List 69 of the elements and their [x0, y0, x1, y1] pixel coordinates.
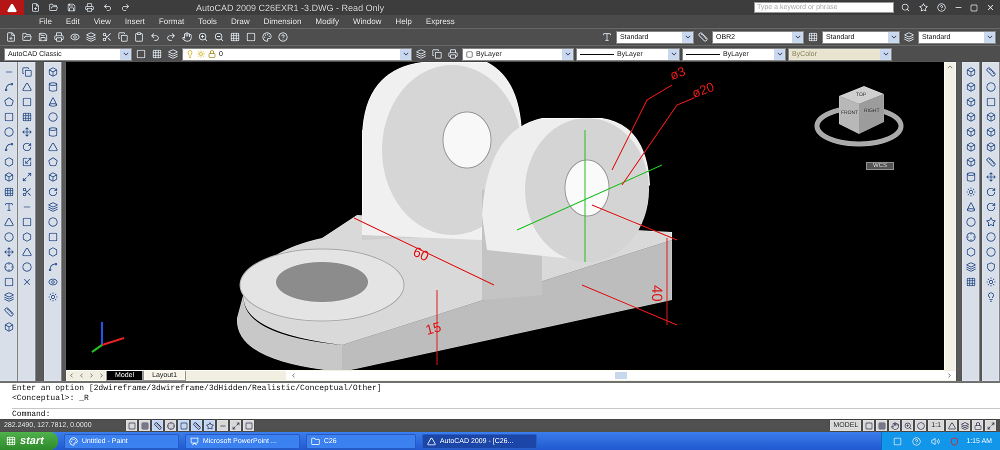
grid-icon[interactable]: [139, 420, 150, 431]
pan-icon[interactable]: [889, 420, 900, 431]
menu-item[interactable]: Help: [388, 17, 419, 26]
sun-icon: [197, 50, 205, 58]
maximize-icon[interactable]: [970, 4, 978, 12]
table-style-icon[interactable]: [806, 30, 820, 44]
menu-item[interactable]: Insert: [118, 17, 152, 26]
dimension-text: ø20: [690, 79, 716, 101]
menu-item[interactable]: Modify: [308, 17, 346, 26]
dimension-text: ø3: [668, 64, 688, 83]
move-icon[interactable]: [20, 125, 34, 139]
sun-icon[interactable]: [984, 275, 998, 289]
menu-item[interactable]: Window: [346, 17, 388, 26]
menu-item[interactable]: Dimension: [256, 17, 308, 26]
menu-item[interactable]: Format: [152, 17, 192, 26]
color-swatch-icon: [466, 50, 473, 58]
move-icon[interactable]: [2, 245, 16, 259]
zoom-out-icon[interactable]: [212, 30, 226, 44]
plot-icon[interactable]: [446, 47, 460, 61]
window-title: AutoCAD 2009 C26EXR1 -3.DWG - Read Only: [196, 2, 384, 12]
paint-palette-icon: [68, 436, 78, 446]
app-triangle-icon: [426, 436, 436, 446]
point-icon[interactable]: [2, 260, 16, 274]
menu-item[interactable]: Tools: [191, 17, 224, 26]
pan-icon[interactable]: [180, 30, 194, 44]
circle-icon[interactable]: [2, 125, 16, 139]
dimension-style-icon[interactable]: [696, 30, 710, 44]
copy-icon[interactable]: [20, 65, 34, 79]
dimension-text: 40: [648, 285, 665, 302]
palette-icon[interactable]: [260, 30, 274, 44]
zoom-icon[interactable]: [902, 420, 914, 431]
save-icon[interactable]: [36, 30, 50, 44]
command-history-line: <Conceptual>: _R: [12, 394, 90, 403]
command-history-line: Enter an option [2dwireframe/3dwireframe/3dHidden/Realistic/Conceptual/Other]: [12, 384, 383, 393]
ruler-icon[interactable]: [2, 305, 16, 319]
menu-item[interactable]: Edit: [58, 17, 87, 26]
menu-item[interactable]: File: [32, 17, 59, 26]
layers-icon[interactable]: [964, 260, 978, 274]
app-logo-icon[interactable]: [0, 0, 24, 15]
polygon-icon[interactable]: [2, 95, 16, 109]
layers-icon[interactable]: [84, 30, 98, 44]
help-icon[interactable]: [276, 30, 290, 44]
copy-icon[interactable]: [116, 30, 130, 44]
menu-item[interactable]: Express: [418, 17, 462, 26]
layer-manager-icon[interactable]: [166, 47, 180, 61]
close-icon[interactable]: [986, 3, 994, 12]
folder-icon: [310, 436, 320, 446]
ball-icon[interactable]: [984, 245, 998, 259]
triangle-icon[interactable]: [2, 215, 16, 229]
lock-icon: [208, 50, 216, 58]
menu-item[interactable]: Draw: [224, 17, 257, 26]
ellipse-icon[interactable]: [2, 230, 16, 244]
target-icon[interactable]: [964, 230, 978, 244]
world-icon[interactable]: [984, 80, 998, 94]
sphere-icon[interactable]: [46, 110, 60, 124]
lock-icon[interactable]: [972, 420, 983, 431]
slides-icon: [190, 436, 199, 446]
scroll-thumb[interactable]: [615, 372, 627, 379]
grid-icon[interactable]: [228, 30, 242, 44]
scroll-left-icon[interactable]: [290, 372, 296, 379]
menu-item[interactable]: View: [86, 17, 118, 26]
print-icon[interactable]: [52, 30, 66, 44]
bulb-icon: [186, 50, 194, 58]
ucs-axes-icon: [91, 322, 124, 353]
scroll-right-icon[interactable]: [946, 372, 952, 379]
light-icon[interactable]: [46, 290, 60, 304]
zoom-in-icon[interactable]: [196, 30, 210, 44]
toolbar-icon[interactable]: [150, 47, 164, 61]
sphere-icon[interactable]: [984, 230, 998, 244]
